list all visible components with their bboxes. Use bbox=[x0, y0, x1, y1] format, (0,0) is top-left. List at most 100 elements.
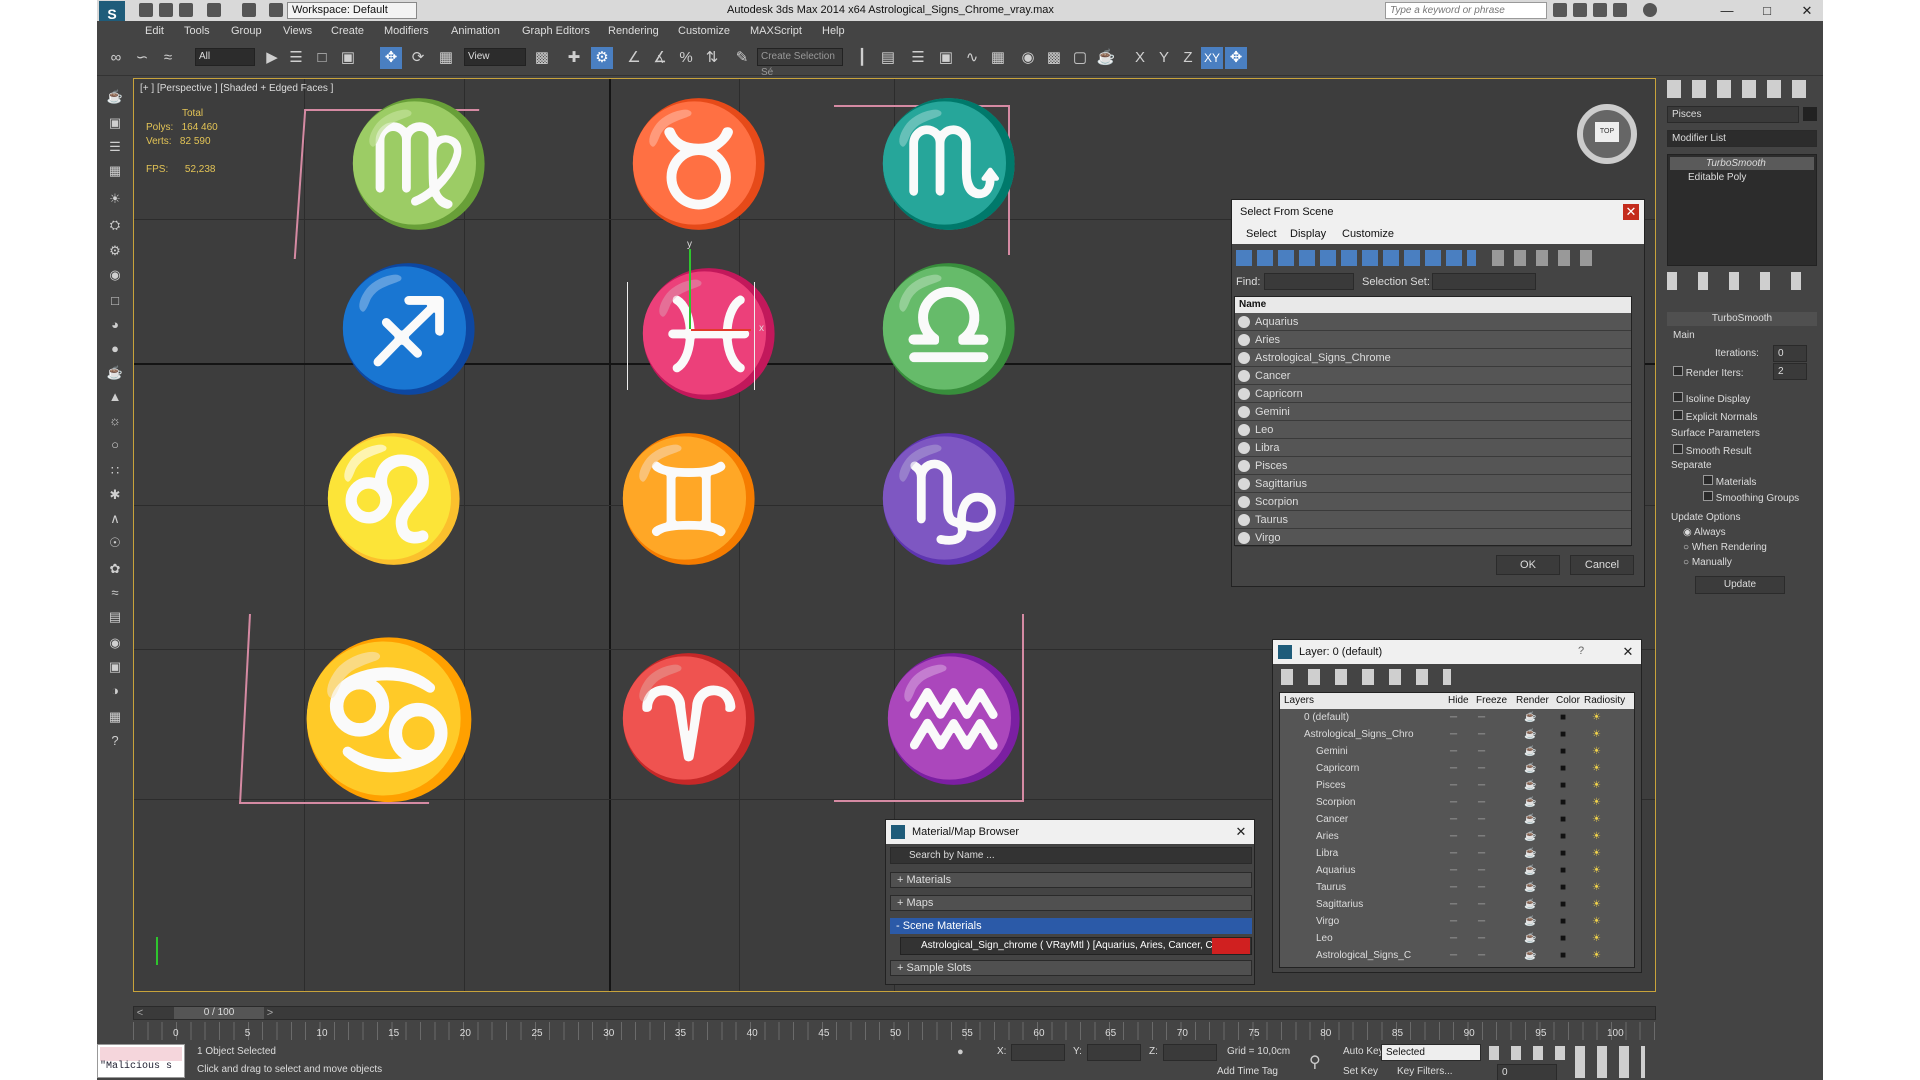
layer-row[interactable]: Libra ─ ─ ☕ ■ ☀ bbox=[1280, 845, 1634, 862]
add-time-tag[interactable]: Add Time Tag bbox=[1217, 1066, 1278, 1077]
freeze-toggle[interactable]: ─ bbox=[1478, 726, 1485, 743]
close-icon[interactable]: ✕ bbox=[1620, 644, 1636, 660]
render-toggle[interactable]: ☕ bbox=[1524, 828, 1536, 845]
menu-modifiers[interactable]: Modifiers bbox=[384, 23, 429, 37]
render-toggle[interactable]: ☕ bbox=[1524, 896, 1536, 913]
layer-row[interactable]: Aries ─ ─ ☕ ■ ☀ bbox=[1280, 828, 1634, 845]
archive-icon[interactable]: ▦ bbox=[106, 708, 124, 726]
maxscript-listener[interactable]: "Malicious s bbox=[97, 1044, 185, 1078]
selection-set-dropdown[interactable] bbox=[1432, 273, 1536, 290]
move-icon[interactable]: ✥ bbox=[380, 47, 402, 69]
box-icon[interactable]: □ bbox=[106, 292, 124, 310]
particles-icon[interactable]: ∷ bbox=[106, 462, 124, 480]
render-toggle[interactable]: ☕ bbox=[1524, 879, 1536, 896]
object-list-item[interactable]: Sagittarius bbox=[1235, 475, 1631, 493]
sphere-icon[interactable]: ● bbox=[106, 340, 124, 358]
render-toggle[interactable]: ☕ bbox=[1524, 743, 1536, 760]
key-mode-dropdown[interactable]: Selected bbox=[1381, 1044, 1481, 1061]
earth-icon[interactable]: ◑ bbox=[106, 682, 124, 700]
radiosity-icon[interactable]: ☀ bbox=[1592, 845, 1601, 862]
hide-toggle[interactable]: ─ bbox=[1450, 743, 1457, 760]
radiosity-icon[interactable]: ☀ bbox=[1592, 709, 1601, 726]
list-icon[interactable]: ☰ bbox=[106, 138, 124, 156]
menu-animation[interactable]: Animation bbox=[451, 23, 500, 37]
workspace-dropdown[interactable]: Workspace: Default bbox=[287, 2, 417, 19]
object-list-item[interactable]: Capricorn bbox=[1235, 385, 1631, 403]
smoothing-groups-checkbox[interactable] bbox=[1703, 491, 1713, 501]
x-coord-input[interactable] bbox=[1011, 1044, 1065, 1061]
time-slider-track[interactable]: < 0 / 100 > bbox=[133, 1006, 1656, 1020]
unlink-icon[interactable]: ∽ bbox=[131, 47, 153, 69]
layer-row[interactable]: Sagittarius ─ ─ ☕ ■ ☀ bbox=[1280, 896, 1634, 913]
freeze-toggle[interactable]: ─ bbox=[1478, 930, 1485, 947]
isoline-checkbox[interactable] bbox=[1673, 392, 1683, 402]
hair-icon[interactable]: ≈ bbox=[106, 584, 124, 602]
menu-display[interactable]: Display bbox=[1290, 228, 1326, 240]
col-hide[interactable]: Hide bbox=[1448, 693, 1469, 709]
menu-customize[interactable]: Customize bbox=[1342, 228, 1394, 240]
color-swatch[interactable]: ■ bbox=[1560, 947, 1566, 964]
material-editor-icon[interactable]: ◉ bbox=[1017, 47, 1039, 69]
hide-toggle[interactable]: ─ bbox=[1450, 947, 1457, 964]
menu-rendering[interactable]: Rendering bbox=[608, 23, 659, 37]
selection-filter-dropdown[interactable]: All bbox=[195, 48, 255, 66]
camera-icon[interactable]: ◉ bbox=[106, 266, 124, 284]
section-maps[interactable]: + Maps bbox=[890, 895, 1252, 911]
key-filters-button[interactable]: Key Filters... bbox=[1397, 1066, 1453, 1077]
mirror-icon[interactable]: ┃ bbox=[851, 47, 873, 69]
layer-row[interactable]: Cancer ─ ─ ☕ ■ ☀ bbox=[1280, 811, 1634, 828]
time-slider-thumb[interactable]: 0 / 100 bbox=[174, 1007, 264, 1019]
menu-create[interactable]: Create bbox=[331, 23, 364, 37]
col-freeze[interactable]: Freeze bbox=[1476, 693, 1507, 709]
freeze-toggle[interactable]: ─ bbox=[1478, 777, 1485, 794]
color-swatch[interactable]: ■ bbox=[1560, 794, 1566, 811]
axis-z-button[interactable]: Z bbox=[1177, 47, 1199, 69]
object-list-item[interactable]: Gemini bbox=[1235, 403, 1631, 421]
sagittarius-model[interactable]: ♐ bbox=[334, 269, 483, 389]
select-object-icon[interactable]: ▶ bbox=[261, 47, 283, 69]
object-list-item[interactable]: Leo bbox=[1235, 421, 1631, 439]
sun-icon[interactable]: ☼ bbox=[106, 412, 124, 430]
layer-row[interactable]: Scorpion ─ ─ ☕ ■ ☀ bbox=[1280, 794, 1634, 811]
redo-icon[interactable] bbox=[242, 3, 256, 17]
render-icon[interactable]: ☕ bbox=[1095, 47, 1117, 69]
render-toggle[interactable]: ☕ bbox=[1524, 930, 1536, 947]
render-toggle[interactable]: ☕ bbox=[1524, 862, 1536, 879]
filter-toolbar-icons[interactable] bbox=[1236, 250, 1476, 266]
radiosity-icon[interactable]: ☀ bbox=[1592, 828, 1601, 845]
pivot-center-icon[interactable]: ▩ bbox=[531, 47, 553, 69]
freeze-toggle[interactable]: ─ bbox=[1478, 743, 1485, 760]
smooth-result-checkbox[interactable] bbox=[1673, 444, 1683, 454]
grid-icon[interactable]: ▦ bbox=[106, 162, 124, 180]
globe-icon[interactable]: ☉ bbox=[106, 534, 124, 552]
helper-icon[interactable]: ⚙ bbox=[106, 242, 124, 260]
update-button[interactable]: Update bbox=[1695, 576, 1785, 594]
explicit-normals-checkbox[interactable] bbox=[1673, 410, 1683, 420]
gizmo-x-axis[interactable] bbox=[691, 329, 751, 331]
render-toggle[interactable]: ☕ bbox=[1524, 726, 1536, 743]
libra-model[interactable]: ♎ bbox=[874, 269, 1023, 389]
teapot-icon[interactable]: ☕ bbox=[106, 88, 124, 106]
star-icon[interactable] bbox=[1613, 3, 1627, 17]
rotate-icon[interactable]: ⟳ bbox=[407, 47, 429, 69]
rect-selection-icon[interactable]: □ bbox=[311, 47, 333, 69]
viewport-label[interactable]: [+ ] [Perspective ] [Shaded + Edged Face… bbox=[140, 83, 333, 94]
stack-editable-poly[interactable]: Editable Poly bbox=[1670, 171, 1814, 184]
set-key-button[interactable]: Set Key bbox=[1343, 1066, 1378, 1077]
object-list-item[interactable]: Cancer bbox=[1235, 367, 1631, 385]
project-icon[interactable] bbox=[269, 3, 283, 17]
lock-icon[interactable]: ● bbox=[957, 1046, 971, 1060]
layer-row[interactable]: 0 (default) ─ ─ ☕ ■ ☀ bbox=[1280, 709, 1634, 726]
key-icon[interactable] bbox=[1573, 3, 1587, 17]
render-setup-icon[interactable]: ▩ bbox=[1043, 47, 1065, 69]
freeze-toggle[interactable]: ─ bbox=[1478, 896, 1485, 913]
render-region-icon[interactable]: ▣ bbox=[106, 658, 124, 676]
freeze-toggle[interactable]: ─ bbox=[1478, 709, 1485, 726]
ribbon-icon[interactable]: ▣ bbox=[935, 47, 957, 69]
select-by-name-icon[interactable]: ☰ bbox=[285, 47, 307, 69]
radiosity-icon[interactable]: ☀ bbox=[1592, 811, 1601, 828]
cone-icon[interactable]: ▲ bbox=[106, 388, 124, 406]
virgo-model[interactable]: ♍ bbox=[344, 104, 493, 224]
ok-button[interactable]: OK bbox=[1496, 555, 1560, 575]
col-color[interactable]: Color bbox=[1556, 693, 1580, 709]
